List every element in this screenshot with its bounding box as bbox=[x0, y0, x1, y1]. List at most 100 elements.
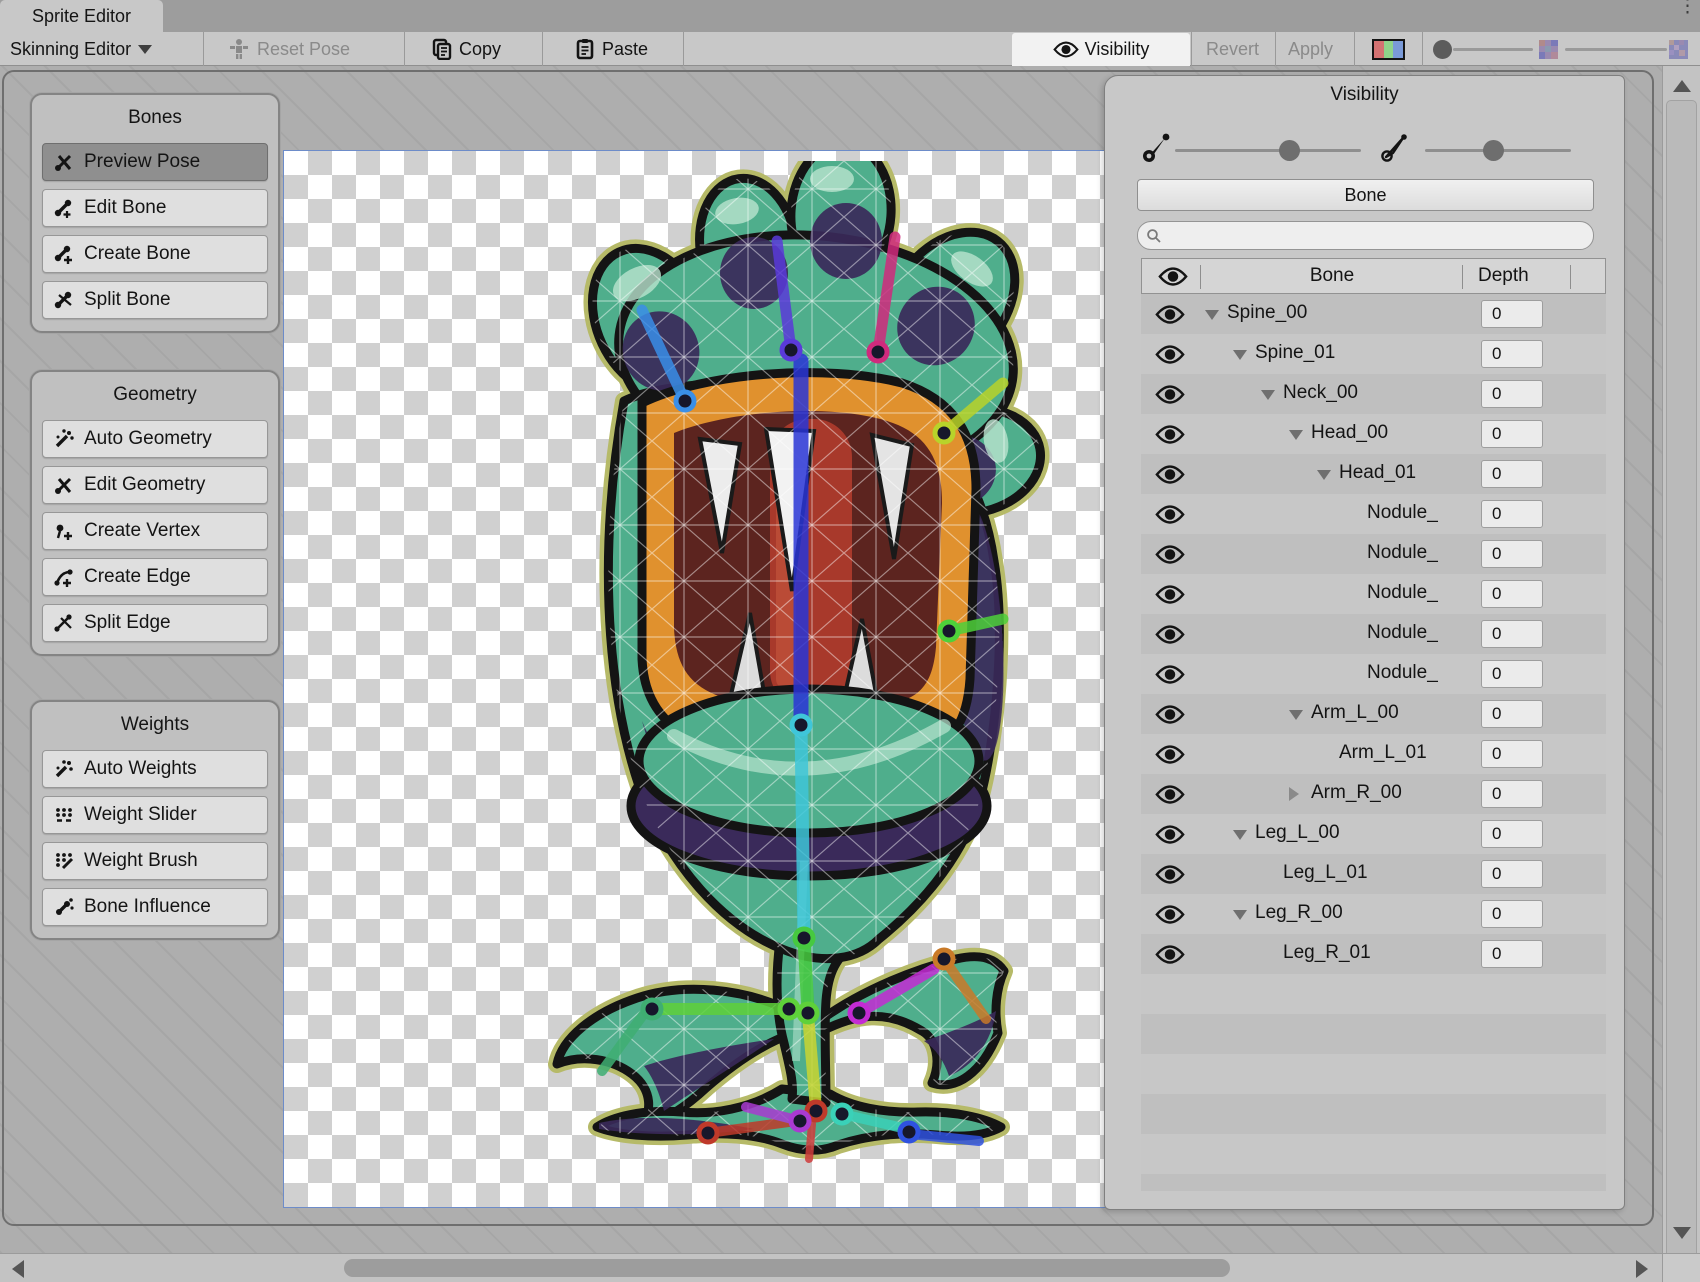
depth-input[interactable]: 0 bbox=[1481, 420, 1543, 448]
visibility-eye-toggle[interactable] bbox=[1155, 825, 1185, 850]
visibility-eye-toggle[interactable] bbox=[1155, 545, 1185, 570]
depth-input[interactable]: 0 bbox=[1481, 620, 1543, 648]
visibility-eye-toggle[interactable] bbox=[1155, 865, 1185, 890]
bone-row-nodule[interactable]: Nodule_0 bbox=[1141, 574, 1606, 614]
eye-icon[interactable] bbox=[1155, 585, 1185, 604]
eye-icon[interactable] bbox=[1155, 625, 1185, 644]
tool-button-auto-geometry[interactable]: Auto Geometry bbox=[42, 420, 268, 458]
depth-input[interactable]: 0 bbox=[1481, 860, 1543, 888]
horizontal-scrollbar[interactable] bbox=[0, 1253, 1662, 1282]
tool-button-create-bone[interactable]: Create Bone bbox=[42, 235, 268, 273]
bone-row-leg_l_00[interactable]: Leg_L_000 bbox=[1141, 814, 1606, 854]
visibility-eye-toggle[interactable] bbox=[1155, 505, 1185, 530]
bone-joint[interactable] bbox=[780, 1000, 798, 1018]
bone-joint[interactable] bbox=[643, 1000, 661, 1018]
eye-icon[interactable] bbox=[1155, 705, 1185, 724]
tool-button-bone-influence[interactable]: Bone Influence bbox=[42, 888, 268, 926]
bone-row-arm_l_01[interactable]: Arm_L_010 bbox=[1141, 734, 1606, 774]
search-input[interactable] bbox=[1168, 227, 1568, 245]
depth-input[interactable]: 0 bbox=[1481, 540, 1543, 568]
scroll-right-icon[interactable] bbox=[1636, 1260, 1648, 1278]
bone-joint[interactable] bbox=[935, 424, 953, 442]
visibility-eye-toggle[interactable] bbox=[1155, 665, 1185, 690]
foldout-down-icon[interactable] bbox=[1233, 350, 1247, 360]
eye-icon[interactable] bbox=[1155, 305, 1185, 324]
tool-button-edit-bone[interactable]: Edit Bone bbox=[42, 189, 268, 227]
eye-icon[interactable] bbox=[1155, 785, 1185, 804]
bone-row-nodule[interactable]: Nodule_0 bbox=[1141, 534, 1606, 574]
depth-input[interactable]: 0 bbox=[1481, 740, 1543, 768]
depth-input[interactable]: 0 bbox=[1481, 820, 1543, 848]
foldout-right-icon[interactable] bbox=[1289, 787, 1299, 801]
bone-gizmo[interactable] bbox=[809, 1124, 812, 1159]
opacity-slider-track[interactable] bbox=[1453, 48, 1533, 51]
foldout-down-icon[interactable] bbox=[1289, 710, 1303, 720]
tool-button-create-vertex[interactable]: Create Vertex bbox=[42, 512, 268, 550]
visibility-eye-toggle[interactable] bbox=[1155, 945, 1185, 970]
eye-icon[interactable] bbox=[1155, 825, 1185, 844]
tool-button-auto-weights[interactable]: Auto Weights bbox=[42, 750, 268, 788]
bone-row-spine_00[interactable]: Spine_000 bbox=[1141, 294, 1606, 334]
bone-row-neck_00[interactable]: Neck_000 bbox=[1141, 374, 1606, 414]
eye-icon[interactable] bbox=[1155, 865, 1185, 884]
reset-pose-button[interactable]: Reset Pose bbox=[228, 32, 350, 66]
sprite-color-swatch-button[interactable] bbox=[1372, 39, 1405, 60]
kebab-menu-icon[interactable]: ⋮ bbox=[1678, 2, 1690, 11]
pattern-slider-track[interactable] bbox=[1565, 48, 1667, 51]
depth-input[interactable]: 0 bbox=[1481, 340, 1543, 368]
tool-button-split-bone[interactable]: Split Bone bbox=[42, 281, 268, 319]
eye-icon[interactable] bbox=[1155, 745, 1185, 764]
horizontal-scrollbar-thumb[interactable] bbox=[344, 1259, 1230, 1277]
visibility-toggle-button[interactable]: Visibility bbox=[1012, 33, 1190, 66]
visibility-eye-toggle[interactable] bbox=[1155, 305, 1185, 330]
tool-button-edit-geometry[interactable]: Edit Geometry bbox=[42, 466, 268, 504]
tool-button-weight-slider[interactable]: Weight Slider bbox=[42, 796, 268, 834]
bone-gizmo[interactable] bbox=[808, 1015, 816, 1109]
column-separator[interactable] bbox=[1462, 265, 1463, 289]
opacity-slider-knob[interactable] bbox=[1433, 40, 1452, 59]
depth-input[interactable]: 0 bbox=[1481, 900, 1543, 928]
column-bone[interactable]: Bone bbox=[1202, 265, 1462, 287]
visibility-eye-toggle[interactable] bbox=[1155, 465, 1185, 490]
visibility-eye-toggle[interactable] bbox=[1155, 425, 1185, 450]
column-separator[interactable] bbox=[1570, 265, 1571, 289]
depth-input[interactable]: 0 bbox=[1481, 780, 1543, 808]
paste-button[interactable]: Paste bbox=[575, 32, 648, 66]
bone-row-nodule[interactable]: Nodule_0 bbox=[1141, 654, 1606, 694]
foldout-down-icon[interactable] bbox=[1233, 910, 1247, 920]
depth-input[interactable]: 0 bbox=[1481, 460, 1543, 488]
tool-button-preview-pose[interactable]: Preview Pose bbox=[42, 143, 268, 181]
bone-row-arm_r_00[interactable]: Arm_R_000 bbox=[1141, 774, 1606, 814]
eye-icon[interactable] bbox=[1155, 945, 1185, 964]
bone-joint[interactable] bbox=[935, 950, 953, 968]
skinning-editor-dropdown[interactable]: Skinning Editor bbox=[10, 32, 152, 66]
depth-input[interactable]: 0 bbox=[1481, 660, 1543, 688]
column-separator[interactable] bbox=[1200, 265, 1201, 289]
visibility-eye-toggle[interactable] bbox=[1155, 785, 1185, 810]
visibility-eye-toggle[interactable] bbox=[1155, 705, 1185, 730]
depth-input[interactable]: 0 bbox=[1481, 580, 1543, 608]
bone-joint[interactable] bbox=[850, 1004, 868, 1022]
eye-icon[interactable] bbox=[1155, 345, 1185, 364]
depth-input[interactable]: 0 bbox=[1481, 380, 1543, 408]
bone-row-nodule[interactable]: Nodule_0 bbox=[1141, 494, 1606, 534]
bone-row-leg_l_01[interactable]: Leg_L_010 bbox=[1141, 854, 1606, 894]
search-field[interactable] bbox=[1137, 221, 1594, 250]
visibility-eye-toggle[interactable] bbox=[1155, 625, 1185, 650]
bone-joint[interactable] bbox=[940, 622, 958, 640]
bone-joint[interactable] bbox=[782, 341, 800, 359]
visibility-eye-toggle[interactable] bbox=[1155, 385, 1185, 410]
vertical-scrollbar-thumb[interactable] bbox=[1666, 100, 1697, 1260]
tab-sprite-editor[interactable]: Sprite Editor bbox=[0, 0, 163, 32]
depth-input[interactable]: 0 bbox=[1481, 500, 1543, 528]
column-depth[interactable]: Depth bbox=[1478, 265, 1529, 287]
bone-joint[interactable] bbox=[900, 1123, 918, 1141]
bone-tab[interactable]: Bone bbox=[1137, 179, 1594, 211]
visibility-eye-toggle[interactable] bbox=[1155, 345, 1185, 370]
scroll-up-icon[interactable] bbox=[1673, 80, 1691, 92]
eye-icon[interactable] bbox=[1155, 385, 1185, 404]
bone-row-arm_l_00[interactable]: Arm_L_000 bbox=[1141, 694, 1606, 734]
scroll-left-icon[interactable] bbox=[12, 1260, 24, 1278]
bone-joint[interactable] bbox=[799, 1004, 817, 1022]
bone-row-nodule[interactable]: Nodule_0 bbox=[1141, 614, 1606, 654]
